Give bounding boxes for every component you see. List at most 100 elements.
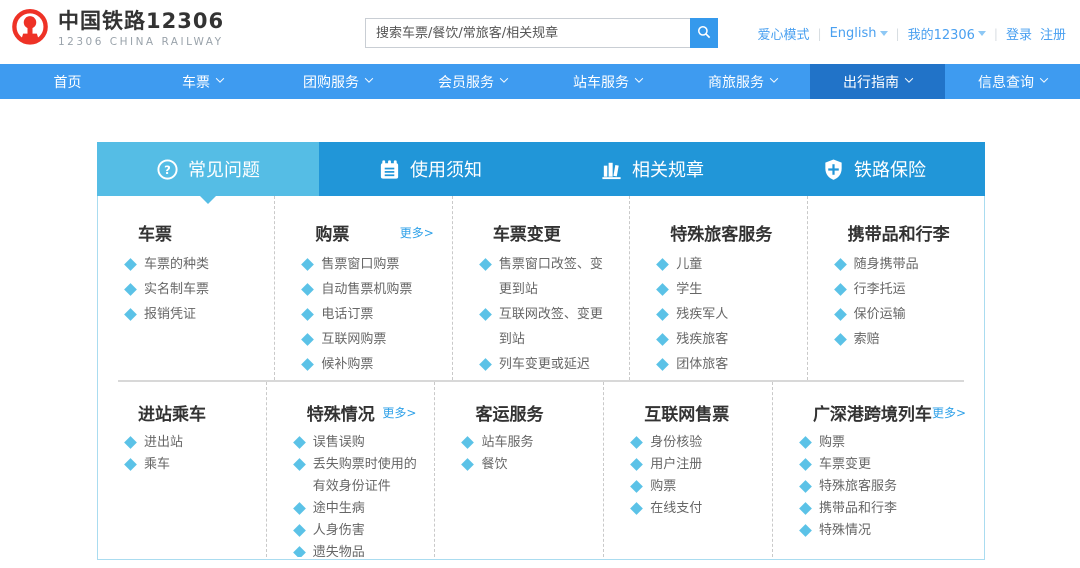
tab[interactable]: 铁路保险 <box>763 142 985 196</box>
list-item[interactable]: 餐饮 <box>463 454 589 476</box>
list-item[interactable]: 候补购票 <box>303 352 437 377</box>
more-link[interactable]: 更多> <box>400 224 434 241</box>
list-item[interactable]: 遗失物品 <box>295 542 421 557</box>
logo[interactable]: 中国铁路12306 12306 CHINA RAILWAY <box>10 8 224 48</box>
nav-item[interactable]: 会员服务 <box>405 64 540 99</box>
nav-item[interactable]: 首页 <box>0 64 135 99</box>
section-header: 客运服务 <box>435 400 597 425</box>
list-item[interactable]: 特殊旅客服务 <box>801 476 970 498</box>
list-item-label: 电话订票 <box>321 302 437 327</box>
list-item[interactable]: 行李托运 <box>836 277 970 302</box>
more-link[interactable]: 更多> <box>932 404 966 421</box>
diamond-bullet-icon <box>630 502 643 515</box>
list-item[interactable]: 车票变更 <box>801 454 970 476</box>
list-item[interactable]: 售票窗口购票 <box>303 252 437 277</box>
list-item[interactable]: 团体旅客 <box>658 352 792 377</box>
section-header: 进站乘车 <box>98 400 260 425</box>
tab[interactable]: ?常见问题 <box>97 142 319 196</box>
nav-item[interactable]: 车票 <box>135 64 270 99</box>
list-item-label: 车票的种类 <box>144 252 260 277</box>
list-item[interactable]: 互联网改签、变更到站 <box>481 302 615 352</box>
diamond-bullet-icon <box>799 480 812 493</box>
list-item-label: 站车服务 <box>481 432 589 454</box>
diamond-bullet-icon <box>302 283 315 296</box>
section-column: 互联网售票身份核验用户注册购票在线支付 <box>603 382 772 557</box>
search-input[interactable] <box>365 18 690 48</box>
list-item-label: 餐饮 <box>481 454 589 476</box>
list-item-label: 候补购票 <box>321 352 437 377</box>
list-item[interactable]: 售票窗口退票 <box>481 377 615 380</box>
nav-item[interactable]: 商旅服务 <box>675 64 810 99</box>
diamond-bullet-icon <box>799 436 812 449</box>
list-item[interactable]: 特殊情况 <box>801 520 970 542</box>
list-item[interactable]: 索赔 <box>836 327 970 352</box>
list-item[interactable]: 列车变更或延迟 <box>481 352 615 377</box>
list-item[interactable]: 乘车 <box>126 454 252 476</box>
tab[interactable]: 相关规章 <box>541 142 763 196</box>
care-mode-link[interactable]: 爱心模式 <box>758 24 810 43</box>
list-item[interactable]: 售票窗口改签、变更到站 <box>481 252 615 302</box>
diamond-bullet-icon <box>479 258 492 271</box>
list-item[interactable]: 丢失购票时使用的有效身份证件 <box>295 454 421 498</box>
list-item[interactable]: 站车服务 <box>463 432 589 454</box>
login-link[interactable]: 登录 <box>1006 24 1032 43</box>
list-item[interactable]: 途中生病 <box>295 498 421 520</box>
list-item[interactable]: 互联网购票 <box>303 327 437 352</box>
list-item[interactable]: 携带品和行李 <box>801 498 970 520</box>
diamond-bullet-icon <box>656 333 669 346</box>
list-item[interactable]: 在线支付 <box>632 498 758 520</box>
section-list: 儿童学生残疾军人残疾旅客团体旅客 <box>630 252 800 377</box>
list-item[interactable]: 误售误购 <box>295 432 421 454</box>
list-item[interactable]: 用户注册 <box>632 454 758 476</box>
section-column: 广深港跨境列车更多>购票车票变更特殊旅客服务携带品和行李特殊情况 <box>772 382 984 557</box>
list-item[interactable]: 购票 <box>632 476 758 498</box>
more-link[interactable]: 更多> <box>382 404 416 421</box>
list-item[interactable]: 学生 <box>658 277 792 302</box>
list-item[interactable]: 儿童 <box>658 252 792 277</box>
list-item[interactable]: 报销凭证 <box>126 302 260 327</box>
register-link[interactable]: 注册 <box>1040 24 1066 43</box>
list-item-label: 身份核验 <box>650 432 758 454</box>
section-title: 车票变更 <box>493 220 561 245</box>
language-dropdown[interactable]: English <box>830 26 888 41</box>
section-header: 特殊旅客服务 <box>630 220 800 245</box>
nav-item[interactable]: 信息查询 <box>945 64 1080 99</box>
list-item-label: 人身伤害 <box>313 520 421 542</box>
list-item-label: 途中生病 <box>313 498 421 520</box>
my12306-dropdown[interactable]: 我的12306 <box>908 24 986 43</box>
nav-item[interactable]: 团购服务 <box>270 64 405 99</box>
list-item[interactable]: 身份核验 <box>632 432 758 454</box>
nav-item[interactable]: 出行指南 <box>810 64 945 99</box>
list-item[interactable]: 电话订票 <box>303 302 437 327</box>
list-item[interactable]: 自动售票机购票 <box>303 277 437 302</box>
list-item[interactable]: 保价运输 <box>836 302 970 327</box>
tab[interactable]: 使用须知 <box>319 142 541 196</box>
nav-item-label: 车票 <box>182 72 210 92</box>
tab-bar: ?常见问题使用须知相关规章铁路保险 <box>97 142 985 196</box>
list-item-label: 携带品和行李 <box>819 498 970 520</box>
list-item[interactable]: 实名制车票 <box>126 277 260 302</box>
logo-text: 中国铁路12306 12306 CHINA RAILWAY <box>58 8 224 48</box>
search-button[interactable] <box>690 18 718 48</box>
list-item[interactable]: 购票 <box>801 432 970 454</box>
list-item[interactable]: 车票的种类 <box>126 252 260 277</box>
section-list: 误售误购丢失购票时使用的有效身份证件途中生病人身伤害遗失物品 <box>267 432 429 557</box>
section-header: 车票变更 <box>453 220 623 245</box>
diamond-bullet-icon <box>302 358 315 371</box>
shield-plus-icon <box>822 158 845 181</box>
chevron-down-icon <box>500 74 508 82</box>
list-item-label: 实名制车票 <box>144 277 260 302</box>
list-item-label: 团体旅客 <box>676 352 792 377</box>
chevron-down-icon <box>880 31 888 36</box>
section-column: 客运服务站车服务餐饮 <box>434 382 603 557</box>
language-label: English <box>830 26 877 41</box>
list-item[interactable]: 残疾旅客 <box>658 327 792 352</box>
diamond-bullet-icon <box>630 480 643 493</box>
list-item[interactable]: 进出站 <box>126 432 252 454</box>
list-item[interactable]: 随身携带品 <box>836 252 970 277</box>
list-item[interactable]: 残疾军人 <box>658 302 792 327</box>
nav-item-label: 站车服务 <box>573 72 629 92</box>
list-item[interactable]: 人身伤害 <box>295 520 421 542</box>
chevron-down-icon <box>365 74 373 82</box>
nav-item[interactable]: 站车服务 <box>540 64 675 99</box>
